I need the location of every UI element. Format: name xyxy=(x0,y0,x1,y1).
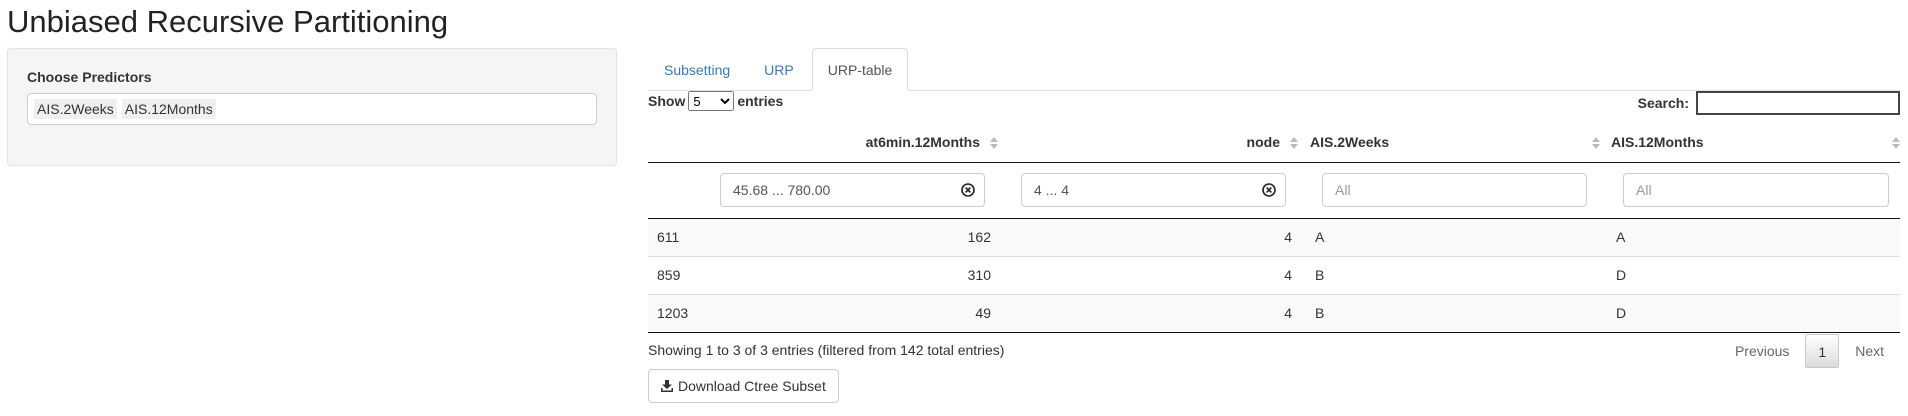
search-control: Search: xyxy=(1638,91,1900,115)
filter-placeholder: All xyxy=(1636,182,1652,198)
tab-bar: Subsetting URP URP-table xyxy=(648,48,1900,91)
sidebar-panel: Choose Predictors AIS.2Weeks AIS.12Month… xyxy=(7,48,617,166)
predictor-chip[interactable]: AIS.12Months xyxy=(121,99,216,119)
filter-value: 4 ... 4 xyxy=(1034,182,1070,198)
filter-ais-12months[interactable]: All xyxy=(1623,173,1889,207)
tab-urp-table[interactable]: URP-table xyxy=(811,48,909,91)
pagination: Previous 1 Next xyxy=(1719,333,1900,369)
header-label: AIS.2Weeks xyxy=(1310,134,1390,150)
cell-node: 4 xyxy=(1284,267,1292,283)
filter-at6min[interactable]: 45.68 ... 780.00 xyxy=(720,173,985,207)
page-length-select[interactable]: 5102550100 xyxy=(688,91,735,111)
sort-icon[interactable] xyxy=(1290,137,1298,151)
cell-ais-2weeks: A xyxy=(1315,229,1325,245)
search-label: Search: xyxy=(1637,95,1689,111)
sort-icon[interactable] xyxy=(990,137,998,151)
page-length-control: Show 5102550100 entries xyxy=(648,91,783,111)
cell-node: 4 xyxy=(1284,305,1292,321)
clear-filter-icon[interactable] xyxy=(961,183,975,197)
download-label: Download Ctree Subset xyxy=(678,378,826,394)
cell-ais-12months: D xyxy=(1616,305,1627,321)
filter-ais-2weeks[interactable]: All xyxy=(1322,173,1587,207)
sort-icon[interactable] xyxy=(1592,137,1600,151)
next-page-button[interactable]: Next xyxy=(1839,334,1900,368)
filter-placeholder: All xyxy=(1335,182,1351,198)
app-title: Unbiased Recursive Partitioning xyxy=(7,4,449,39)
header-label: AIS.12Months xyxy=(1611,134,1704,150)
table-header: at6min.12Months node AIS.2Weeks AIS.12Mo… xyxy=(648,124,1900,163)
filter-value: 45.68 ... 780.00 xyxy=(733,182,831,198)
predictor-chip[interactable]: AIS.2Weeks xyxy=(34,99,117,119)
download-ctree-subset-button[interactable]: Download Ctree Subset xyxy=(648,369,839,403)
table-row[interactable]: 1203 49 4 B D xyxy=(648,295,1900,333)
cell-ais-2weeks: B xyxy=(1315,267,1325,283)
predictors-select[interactable]: AIS.2Weeks AIS.12Months xyxy=(27,93,597,125)
filter-node[interactable]: 4 ... 4 xyxy=(1021,173,1286,207)
tab-urp[interactable]: URP xyxy=(748,48,810,90)
cell-ais-12months: A xyxy=(1616,229,1626,245)
download-icon xyxy=(661,380,673,392)
predictors-label: Choose Predictors xyxy=(27,69,152,85)
tab-subsetting[interactable]: Subsetting xyxy=(648,48,746,90)
show-label: Show xyxy=(648,93,686,109)
table-row[interactable]: 859 310 4 B D xyxy=(648,257,1900,295)
cell-ais-12months: D xyxy=(1616,267,1627,283)
filter-row: 45.68 ... 780.00 4 ... 4 All All xyxy=(648,163,1900,219)
cell-at6min: 310 xyxy=(967,267,991,283)
cell-at6min: 162 xyxy=(967,229,991,245)
header-ais-2weeks[interactable]: AIS.2Weeks xyxy=(1310,124,1570,162)
clear-filter-icon[interactable] xyxy=(1262,183,1276,197)
cell-node: 4 xyxy=(1284,229,1292,245)
search-input[interactable] xyxy=(1696,91,1900,115)
page-1-button[interactable]: 1 xyxy=(1805,334,1840,368)
header-ais-12months[interactable]: AIS.12Months xyxy=(1611,124,1871,162)
header-at6min[interactable]: at6min.12Months xyxy=(648,124,980,162)
table-row[interactable]: 611 162 4 A A xyxy=(648,219,1900,257)
header-label: at6min.12Months xyxy=(865,134,980,150)
results-table: at6min.12Months node AIS.2Weeks AIS.12Mo… xyxy=(648,124,1900,333)
sort-icon[interactable] xyxy=(1892,137,1900,151)
cell-at6min: 49 xyxy=(975,305,991,321)
previous-page-button[interactable]: Previous xyxy=(1719,334,1805,368)
header-label: node xyxy=(1246,134,1280,150)
cell-ais-2weeks: B xyxy=(1315,305,1325,321)
header-node[interactable]: node xyxy=(1008,124,1280,162)
entries-label: entries xyxy=(737,93,784,109)
table-info: Showing 1 to 3 of 3 entries (filtered fr… xyxy=(648,342,1005,358)
